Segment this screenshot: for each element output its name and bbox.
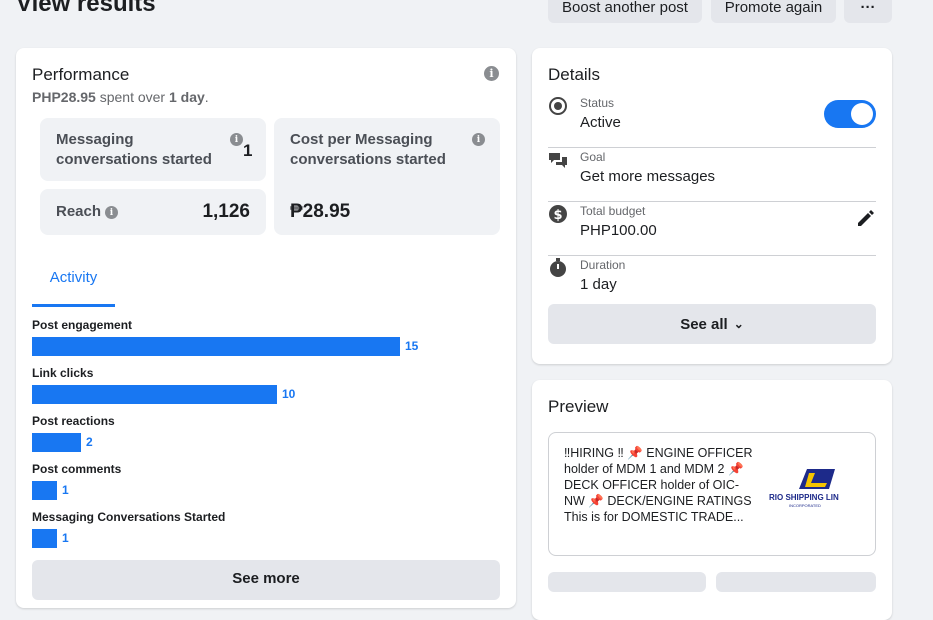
goal-label: Goal: [580, 150, 606, 164]
svg-text:$: $: [553, 208, 562, 223]
bar-value: 10: [282, 387, 296, 401]
budget-label: Total budget: [580, 204, 646, 218]
info-icon[interactable]: i: [472, 133, 485, 146]
status-row: Status Active: [548, 94, 876, 148]
post-image: RIO SHIPPING LIN INCORPORATED: [769, 449, 859, 539]
bar: [32, 337, 400, 356]
promote-again-button[interactable]: Promote again: [711, 0, 836, 23]
see-more-button[interactable]: See more: [32, 560, 500, 600]
logo-text: RIO SHIPPING LIN: [769, 493, 839, 502]
goal-row: Goal Get more messages: [548, 148, 876, 202]
budget-value: PHP100.00: [580, 222, 657, 239]
goal-value: Get more messages: [580, 168, 716, 185]
info-icon[interactable]: i: [230, 133, 243, 146]
spent-amount: PHP28.95: [32, 89, 96, 105]
cost-value: ₱28.95: [290, 201, 351, 222]
bar: [32, 433, 81, 452]
bar-label: Post comments: [32, 462, 122, 476]
see-all-button[interactable]: See all ⌄: [548, 304, 876, 344]
info-icon[interactable]: i: [105, 206, 118, 219]
bar-value: 1: [62, 531, 69, 545]
dollar-icon: $: [549, 205, 567, 223]
stopwatch-icon: [550, 258, 566, 277]
cost-label: Cost per Messaging conversations started: [290, 131, 446, 168]
see-all-label: See all: [680, 315, 728, 333]
logo-subtext: INCORPORATED: [789, 503, 821, 508]
duration-label: Duration: [580, 258, 626, 272]
boost-another-post-button[interactable]: Boost another post: [548, 0, 702, 23]
bar: [32, 385, 277, 404]
activity-chart: Post engagement 15 Link clicks 10 Post react…: [32, 318, 502, 558]
duration-row: Duration 1 day: [548, 256, 876, 310]
spent-text: spent over: [95, 89, 169, 105]
spend-summary: PHP28.95 spent over 1 day.: [32, 89, 209, 105]
budget-row: $ Total budget PHP100.00: [548, 202, 876, 256]
chat-bubbles-icon: [549, 153, 567, 168]
spent-period: .: [204, 89, 209, 105]
bar: [32, 481, 57, 500]
bar-label: Link clicks: [32, 366, 94, 380]
performance-title: Performance: [32, 65, 130, 84]
reach-value: 1,126: [202, 201, 250, 222]
preview-action-button[interactable]: [548, 572, 706, 592]
tab-activity[interactable]: Activity: [32, 258, 115, 307]
bar: [32, 529, 57, 548]
bar-value: 1: [62, 483, 69, 497]
chevron-down-icon: ⌄: [733, 317, 744, 331]
company-logo: [799, 469, 835, 489]
bar-label: Post engagement: [32, 318, 133, 332]
bar-value: 2: [86, 435, 93, 449]
page-title: View results: [16, 0, 156, 17]
details-title: Details: [548, 65, 600, 84]
messaging-label: Messaging conversations started: [56, 131, 212, 168]
bar-label: Messaging Conversations Started: [32, 510, 226, 524]
more-options-button[interactable]: ···: [844, 0, 892, 23]
pencil-icon[interactable]: [856, 208, 876, 228]
bar-label: Post reactions: [32, 414, 115, 428]
status-icon: [549, 97, 567, 115]
info-icon[interactable]: i: [484, 66, 499, 81]
bar-value: 15: [405, 339, 419, 353]
preview-title: Preview: [548, 397, 609, 416]
reach-label: Reach: [56, 203, 102, 220]
status-value: Active: [580, 114, 621, 131]
messaging-value: 1: [243, 141, 253, 160]
post-preview[interactable]: ‼HIRING ‼ 📌 ENGINE OFFICER holder of MDM…: [548, 432, 876, 556]
preview-action-button[interactable]: [716, 572, 876, 592]
status-toggle[interactable]: [824, 100, 876, 128]
status-label: Status: [580, 96, 615, 110]
post-text: ‼HIRING ‼ 📌 ENGINE OFFICER holder of MDM…: [564, 446, 753, 524]
spent-duration: 1 day: [168, 89, 205, 105]
duration-value: 1 day: [580, 276, 617, 293]
